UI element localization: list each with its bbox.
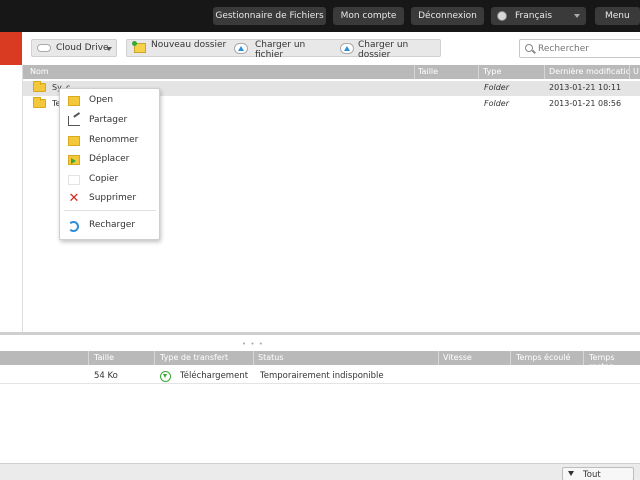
column-header-user[interactable]: U bbox=[633, 67, 639, 76]
folder-icon bbox=[33, 81, 46, 92]
file-manager-button[interactable]: Gestionnaire de Fichiers bbox=[213, 7, 326, 25]
copy-icon bbox=[68, 175, 80, 185]
folder-icon bbox=[68, 96, 80, 106]
show-all-button[interactable]: Tout afficher bbox=[562, 467, 634, 480]
upload-folder-button[interactable]: Charger un dossier bbox=[337, 40, 441, 60]
action-button-group: Nouveau dossier Charger un fichier Charg… bbox=[126, 39, 441, 60]
upload-file-button[interactable]: Charger un fichier bbox=[231, 40, 331, 60]
column-header-transfer-type[interactable]: Type de transfert bbox=[160, 353, 228, 362]
file-type: Folder bbox=[484, 83, 510, 92]
column-divider bbox=[253, 351, 254, 365]
upload-folder-icon bbox=[340, 43, 354, 54]
column-header-name[interactable]: Nom bbox=[30, 67, 49, 76]
column-header-speed[interactable]: Vitesse bbox=[443, 353, 472, 362]
upload-file-label: Charger un fichier bbox=[255, 40, 306, 60]
search-box bbox=[519, 39, 640, 58]
show-all-label: Tout afficher bbox=[583, 470, 601, 480]
upload-file-icon bbox=[234, 43, 248, 54]
account-label: Mon compte bbox=[340, 11, 397, 21]
top-navigation-bar: Gestionnaire de Fichiers Mon compte Déco… bbox=[0, 0, 640, 32]
toolbar: Cloud Drive Nouveau dossier Charger un f… bbox=[22, 32, 640, 65]
download-arrow-icon bbox=[568, 471, 574, 476]
column-header-modified[interactable]: Dernière modificatio bbox=[549, 67, 631, 76]
transfer-status: Temporairement indisponible bbox=[260, 371, 384, 381]
bottom-bar: Tout afficher bbox=[0, 463, 640, 480]
language-dropdown[interactable]: Français bbox=[491, 7, 586, 25]
logout-label: Déconnexion bbox=[418, 11, 477, 21]
rename-icon bbox=[68, 136, 80, 146]
menu-button[interactable]: Menu bbox=[595, 7, 640, 25]
column-divider bbox=[510, 351, 511, 365]
menu-item-label: Supprimer bbox=[89, 193, 137, 203]
menu-item-label: Déplacer bbox=[89, 154, 130, 164]
menu-divider bbox=[64, 210, 156, 211]
file-type: Folder bbox=[484, 99, 510, 108]
context-menu: Open Partager Renommer Déplacer Copier ✕… bbox=[59, 88, 160, 240]
account-button[interactable]: Mon compte bbox=[333, 7, 404, 25]
reload-icon bbox=[68, 221, 79, 232]
file-modified: 2013-01-21 08:56 bbox=[549, 99, 622, 108]
column-header-status[interactable]: Status bbox=[258, 353, 284, 362]
upload-folder-label: Charger un dossier bbox=[358, 40, 409, 60]
new-folder-button[interactable]: Nouveau dossier bbox=[127, 40, 227, 56]
cloud-drive-dropdown[interactable]: Cloud Drive bbox=[31, 39, 117, 57]
search-icon bbox=[525, 44, 533, 52]
move-icon bbox=[68, 155, 80, 165]
cloud-icon bbox=[37, 44, 51, 52]
file-table-header: Nom Taille Type Dernière modificatio U bbox=[23, 65, 640, 79]
file-modified: 2013-01-21 10:11 bbox=[549, 83, 622, 92]
menu-item-rename[interactable]: Renommer bbox=[60, 132, 159, 150]
panel-resize-handle[interactable] bbox=[0, 332, 640, 335]
delete-icon: ✕ bbox=[68, 191, 80, 206]
menu-item-share[interactable]: Partager bbox=[60, 112, 159, 130]
transfer-table-header: Taille Type de transfert Status Vitesse … bbox=[0, 351, 640, 371]
new-folder-label: Nouveau dossier bbox=[151, 40, 227, 50]
share-icon bbox=[68, 116, 80, 126]
new-folder-icon bbox=[132, 41, 146, 53]
menu-item-label: Renommer bbox=[89, 135, 139, 145]
language-label: Français bbox=[515, 11, 553, 21]
sidebar-accent bbox=[0, 32, 22, 65]
column-divider bbox=[154, 351, 155, 365]
transfer-size: 54 Ko bbox=[94, 371, 118, 381]
column-divider bbox=[88, 351, 89, 365]
column-header-type[interactable]: Type bbox=[483, 67, 501, 76]
column-divider bbox=[438, 351, 439, 365]
transfer-type: Téléchargement bbox=[180, 371, 249, 381]
chevron-down-icon bbox=[106, 47, 112, 51]
file-manager-label: Gestionnaire de Fichiers bbox=[215, 11, 324, 21]
menu-item-label: Open bbox=[89, 95, 114, 105]
folder-icon bbox=[33, 97, 46, 108]
menu-item-label: Partager bbox=[89, 115, 128, 125]
search-input[interactable] bbox=[538, 42, 638, 55]
transfer-panel: Taille Type de transfert Status Vitesse … bbox=[0, 351, 640, 463]
cloud-drive-label: Cloud Drive bbox=[56, 43, 109, 53]
transfer-row[interactable]: 54 Ko Téléchargement Temporairement indi… bbox=[0, 368, 640, 384]
menu-item-copy[interactable]: Copier bbox=[60, 171, 159, 189]
column-divider bbox=[478, 65, 479, 79]
column-header-size[interactable]: Taille bbox=[94, 353, 114, 362]
logout-button[interactable]: Déconnexion bbox=[411, 7, 484, 25]
column-header-elapsed[interactable]: Temps écoulé bbox=[516, 353, 570, 362]
column-divider bbox=[414, 65, 415, 79]
download-icon bbox=[160, 371, 171, 382]
column-divider bbox=[583, 351, 584, 365]
chevron-down-icon bbox=[574, 14, 580, 18]
globe-icon bbox=[497, 11, 507, 21]
menu-label: Menu bbox=[605, 11, 630, 21]
menu-item-reload[interactable]: Recharger bbox=[60, 217, 159, 235]
menu-item-open[interactable]: Open bbox=[60, 92, 159, 110]
menu-item-move[interactable]: Déplacer bbox=[60, 151, 159, 169]
menu-item-label: Recharger bbox=[89, 220, 136, 230]
grip-icon[interactable]: • • • bbox=[242, 340, 264, 348]
menu-item-delete[interactable]: ✕ Supprimer bbox=[60, 190, 159, 208]
column-header-size[interactable]: Taille bbox=[418, 67, 438, 76]
column-divider bbox=[629, 65, 630, 79]
menu-item-label: Copier bbox=[89, 174, 119, 184]
column-divider bbox=[544, 65, 545, 79]
